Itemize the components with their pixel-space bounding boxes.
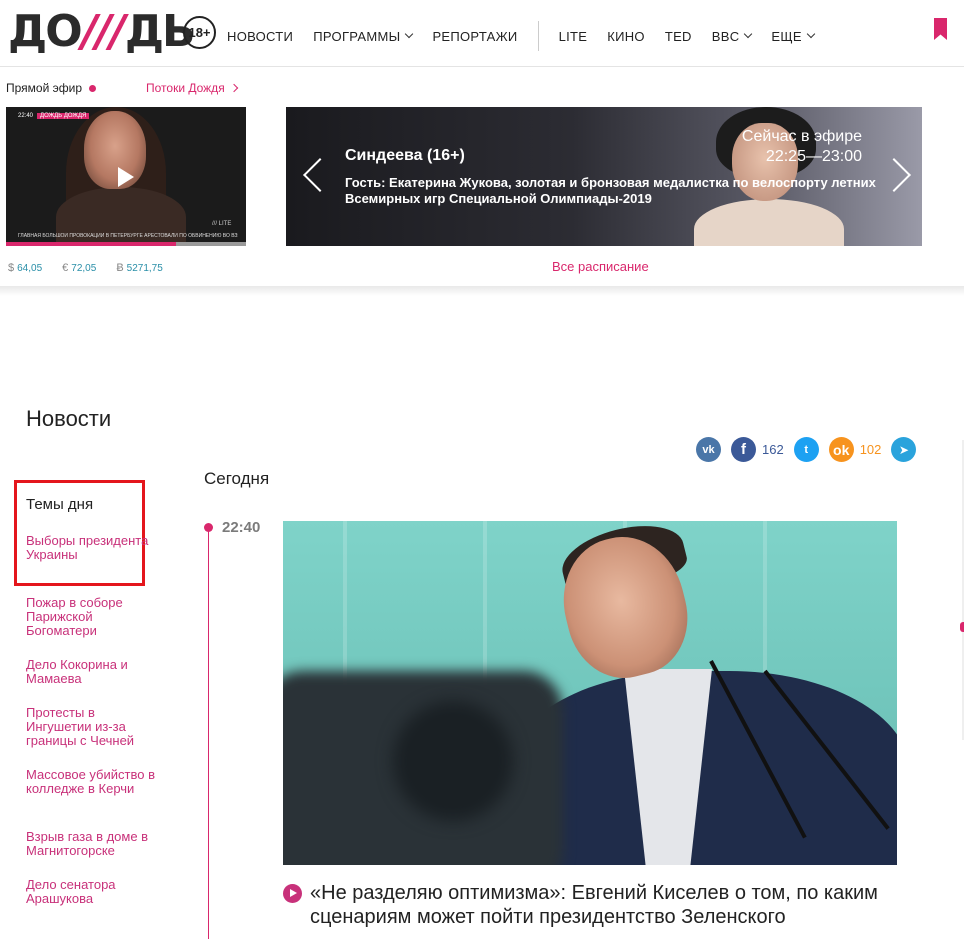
themes-title: Темы дня xyxy=(26,496,94,513)
facebook-share-count: 162 xyxy=(762,442,784,457)
player-channel-tag: ДОЖДЬ ДОЖДЯ xyxy=(37,113,90,119)
nav-item-lite[interactable]: LITE xyxy=(559,29,588,44)
live-label[interactable]: Прямой эфир xyxy=(6,81,96,95)
rate-usd: $64,05 xyxy=(8,262,42,274)
share-bar: vk f 162 t ok 102 ➤ xyxy=(696,437,926,462)
streams-link[interactable]: Потоки Дождя xyxy=(146,81,238,95)
on-air-label: Сейчас в эфире xyxy=(741,128,862,145)
news-headline[interactable]: «Не разделяю оптимизма»: Евгений Киселев… xyxy=(310,881,910,929)
bitcoin-icon: Ƀ xyxy=(116,262,124,274)
nav-item-label: BBC xyxy=(711,28,740,44)
theme-link[interactable]: Дело Кокорина и Мамаева xyxy=(26,658,156,686)
news-time: 22:40 xyxy=(222,519,261,536)
live-label-text: Прямой эфир xyxy=(6,81,82,95)
logo-text-left: ДО xyxy=(8,5,83,57)
on-air-time: 22:25—23:00 xyxy=(765,148,862,165)
rate-btc: Ƀ 5271,75 xyxy=(116,262,163,274)
nav-divider xyxy=(537,21,539,51)
nav-item-label: РЕПОРТАЖИ xyxy=(432,28,518,44)
rate-value: 5271,75 xyxy=(126,263,163,274)
chevron-down-icon xyxy=(405,29,414,39)
odnoklassniki-icon[interactable]: ok xyxy=(828,437,854,462)
nav-item-kino[interactable]: КИНО xyxy=(607,29,645,44)
nav-item-bbc[interactable]: BBC xyxy=(711,28,753,44)
chevron-left-icon[interactable] xyxy=(303,158,337,192)
nav-item-label: ЕЩЕ xyxy=(771,28,802,44)
show-guest: Гость: Екатерина Жукова, золотая и бронз… xyxy=(345,175,876,206)
news-photo[interactable] xyxy=(283,521,897,865)
chevron-down-icon xyxy=(806,29,816,39)
show-title[interactable]: Синдеева (16+) xyxy=(345,147,465,165)
section-title: Новости xyxy=(26,406,112,431)
site-logo[interactable]: ДО///ДЬ xyxy=(8,6,196,57)
right-column-marker xyxy=(960,622,964,632)
nav-item-label: LITE xyxy=(558,28,588,44)
on-air-info: Сейчас в эфире 22:25—23:00 xyxy=(742,127,862,167)
now-on-air-banner[interactable]: Синдеева (16+) Гость: Екатерина Жукова, … xyxy=(286,107,922,246)
player-time: 22:40 xyxy=(18,113,34,119)
odnoklassniki-share-count: 102 xyxy=(859,442,882,457)
bookmark-icon[interactable] xyxy=(934,18,947,40)
rate-eur: €72,05 xyxy=(62,262,96,274)
chevron-right-icon xyxy=(229,83,238,93)
nav-item-label: TED xyxy=(664,28,692,44)
currency-rates: $64,05 €72,05 Ƀ 5271,75 xyxy=(8,262,183,274)
divider-shadow xyxy=(0,286,964,296)
theme-link[interactable]: Взрыв газа в доме в Магнитогорске xyxy=(26,830,156,858)
streams-link-text: Потоки Дождя xyxy=(146,81,225,95)
live-dot-icon xyxy=(89,84,96,92)
all-schedule-link[interactable]: Все расписание xyxy=(552,259,649,274)
theme-link[interactable]: Протесты в Ингушетии из-за границы с Чеч… xyxy=(26,706,156,748)
player-brand: /// LITE xyxy=(212,221,232,227)
nav-item-label: НОВОСТИ xyxy=(227,28,294,44)
photo-foreground-lens xyxy=(393,701,513,821)
logo-slashes: /// xyxy=(81,5,126,57)
nav-item-news[interactable]: НОВОСТИ xyxy=(227,29,293,44)
theme-link[interactable]: Выборы президента Украины xyxy=(26,534,156,562)
live-video-player[interactable]: 22:40 ДОЖДЬ ДОЖДЯ /// LITE ГЛАВНАЯ БОЛЬШО… xyxy=(6,107,246,246)
player-overlay-tag: 22:40 ДОЖДЬ ДОЖДЯ xyxy=(18,113,90,119)
date-heading: Сегодня xyxy=(204,469,270,488)
play-icon[interactable] xyxy=(118,167,134,187)
facebook-icon[interactable]: f xyxy=(731,437,756,462)
telegram-icon[interactable]: ➤ xyxy=(891,437,917,462)
nav-item-reports[interactable]: РЕПОРТАЖИ xyxy=(432,29,517,44)
dollar-icon: $ xyxy=(8,262,15,274)
theme-link[interactable]: Пожар в соборе Парижской Богоматери xyxy=(26,596,156,638)
rate-value: 64,05 xyxy=(17,263,43,274)
vk-icon[interactable]: vk xyxy=(696,437,721,462)
player-thumbnail-face xyxy=(84,111,146,189)
player-progress-bar[interactable] xyxy=(6,242,177,246)
site-header: ДО///ДЬ 18+ НОВОСТИ ПРОГРАММЫ РЕПОРТАЖИ … xyxy=(0,0,964,67)
nav-item-label: КИНО xyxy=(607,28,645,44)
nav-item-programs[interactable]: ПРОГРАММЫ xyxy=(313,28,414,44)
video-play-icon[interactable] xyxy=(283,884,302,903)
theme-link[interactable]: Дело сенатора Арашукова xyxy=(26,878,156,906)
timeline-line xyxy=(208,527,209,939)
nav-item-ted[interactable]: TED xyxy=(665,29,692,44)
nav-item-label: ПРОГРАММЫ xyxy=(313,28,401,44)
main-nav: НОВОСТИ ПРОГРАММЫ РЕПОРТАЖИ LITE КИНО TE… xyxy=(227,21,834,51)
rate-value: 72,05 xyxy=(71,263,97,274)
theme-link[interactable]: Массовое убийство в колледже в Керчи xyxy=(26,768,156,796)
chevron-down-icon xyxy=(744,29,753,39)
age-rating-badge: 18+ xyxy=(183,16,216,49)
player-ticker: ГЛАВНАЯ БОЛЬШОЙ ПРОВОКАЦИИ В ПЕТЕРБУРГЕ … xyxy=(18,233,238,239)
euro-icon: € xyxy=(62,262,69,274)
twitter-icon[interactable]: t xyxy=(793,437,819,462)
nav-item-more[interactable]: ЕЩЕ xyxy=(771,28,816,44)
timeline-dot xyxy=(204,523,213,532)
